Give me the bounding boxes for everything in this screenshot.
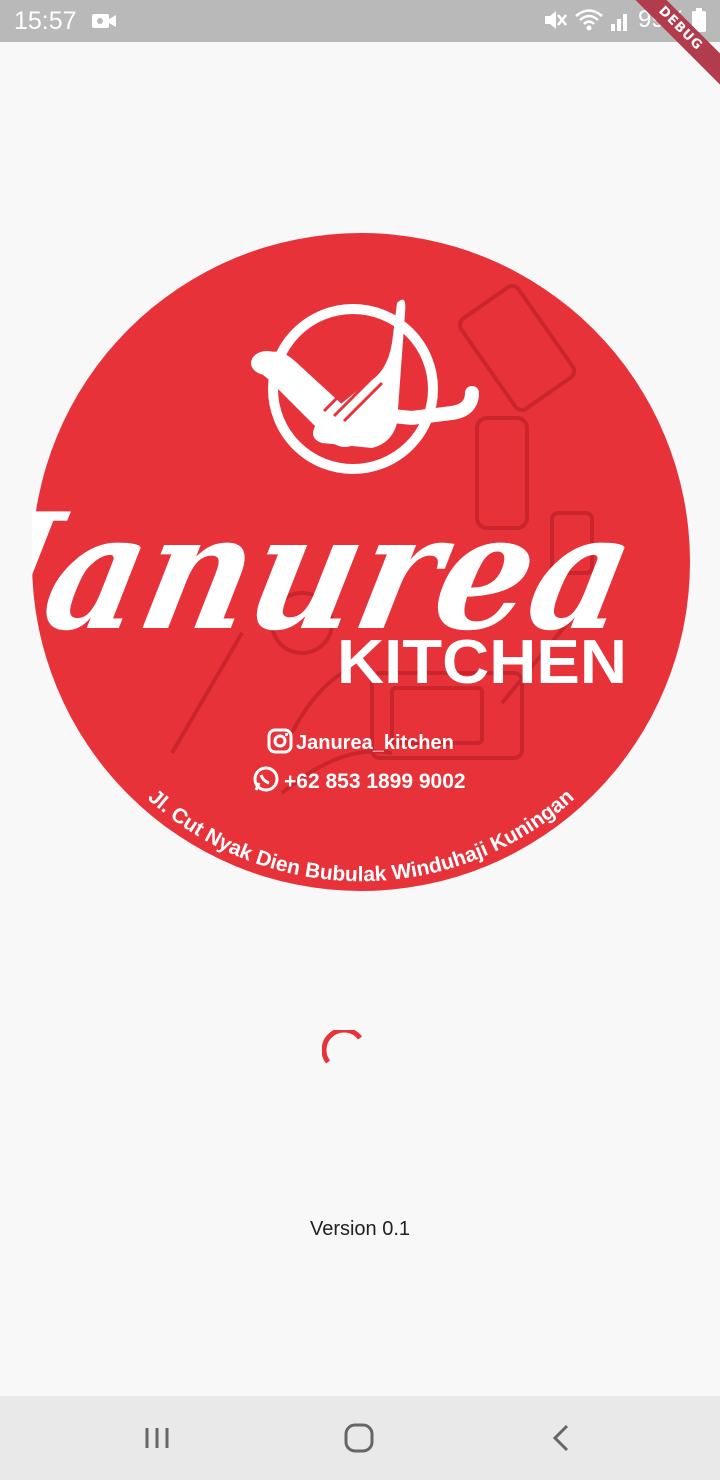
logo-subtitle: KITCHEN: [337, 628, 627, 697]
recent-apps-icon[interactable]: [137, 1418, 177, 1458]
home-icon[interactable]: [339, 1418, 379, 1458]
version-label: Version 0.1: [309, 1218, 411, 1240]
status-bar: 15:57 99%: [0, 0, 720, 42]
video-record-icon: [92, 14, 116, 28]
status-time: 15:57: [14, 7, 77, 35]
loading-spinner: [322, 1030, 362, 1064]
logo-instagram-handle: Janurea_kitchen: [296, 732, 454, 754]
navigation-bar: [0, 1396, 720, 1480]
signal-icon: [610, 14, 627, 31]
back-icon[interactable]: [541, 1418, 581, 1458]
mute-icon: [544, 11, 567, 29]
janurea-kitchen-logo: Janurea KITCHEN Janurea_kitchen +62 853 …: [32, 233, 690, 891]
logo-phone-number: +62 853 1899 9002: [284, 770, 466, 793]
wifi-icon: [575, 9, 603, 31]
